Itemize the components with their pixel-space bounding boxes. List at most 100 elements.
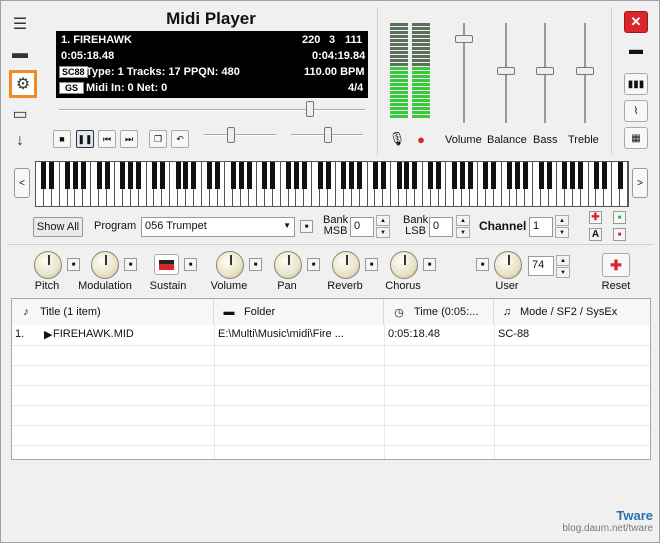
prev-button[interactable]: ⏮ [98, 130, 116, 148]
black-key[interactable] [104, 162, 110, 189]
balance-thumb[interactable] [497, 67, 515, 75]
close-icon[interactable]: ✕ [624, 11, 648, 33]
black-key[interactable] [507, 162, 513, 189]
menu-icon[interactable]: ☰ [7, 11, 33, 37]
black-key[interactable] [246, 162, 252, 189]
pause-button[interactable]: ❚❚ [76, 130, 94, 148]
black-key[interactable] [522, 162, 528, 189]
piano-scroll-right[interactable]: > [632, 168, 648, 198]
black-key[interactable] [578, 162, 584, 189]
pan-reset[interactable]: ■ [307, 258, 320, 271]
program-reset[interactable]: ■ [300, 220, 313, 233]
a-button[interactable]: A [589, 228, 602, 241]
user-knob[interactable] [494, 251, 522, 279]
black-key[interactable] [546, 162, 552, 189]
channel-up[interactable]: ▲ [555, 215, 569, 226]
speed-slider[interactable] [204, 134, 276, 136]
program-select[interactable]: 056 Trumpet ▼ [141, 217, 295, 237]
black-key[interactable] [325, 162, 331, 189]
black-key[interactable] [286, 162, 292, 189]
black-key[interactable] [570, 162, 576, 189]
piano-keyboard[interactable] [35, 161, 629, 207]
black-key[interactable] [404, 162, 410, 189]
microphone-icon[interactable]: 🎙 [388, 130, 406, 148]
reverb-reset[interactable]: ■ [365, 258, 378, 271]
volume-knob[interactable] [216, 251, 244, 279]
black-key[interactable] [230, 162, 236, 189]
black-key[interactable] [617, 162, 623, 189]
bar-chart-icon[interactable]: ▮▮▮ [624, 73, 648, 95]
black-key[interactable] [238, 162, 244, 189]
black-key[interactable] [49, 162, 55, 189]
black-key[interactable] [183, 162, 189, 189]
black-key[interactable] [372, 162, 378, 189]
black-key[interactable] [293, 162, 299, 189]
black-key[interactable] [483, 162, 489, 189]
chorus-reset[interactable]: ■ [423, 258, 436, 271]
show-all-button[interactable]: Show All [33, 217, 83, 237]
black-key[interactable] [380, 162, 386, 189]
bank-msb-up[interactable]: ▲ [376, 215, 390, 226]
pitch-reset[interactable]: ■ [67, 258, 80, 271]
black-key[interactable] [270, 162, 276, 189]
black-key[interactable] [436, 162, 442, 189]
black-key[interactable] [96, 162, 102, 189]
keyboard-icon[interactable]: ▦ [624, 127, 648, 149]
download-arrow-icon[interactable]: ↓ [7, 128, 33, 154]
black-key[interactable] [72, 162, 78, 189]
pan-knob[interactable] [274, 251, 302, 279]
window-icon[interactable]: ❐ [149, 130, 167, 148]
title-column-header[interactable]: ♪ Title (1 item) [12, 299, 214, 325]
black-key[interactable] [120, 162, 126, 189]
bank-msb-down[interactable]: ▼ [376, 227, 390, 238]
black-key[interactable] [341, 162, 347, 189]
black-key[interactable] [349, 162, 355, 189]
line-chart-icon[interactable]: ⌇ [624, 100, 648, 122]
user-value-input[interactable]: 74 [528, 256, 554, 276]
black-key[interactable] [601, 162, 607, 189]
user-reset[interactable]: ■ [476, 258, 489, 271]
bank-lsb-input[interactable]: 0 [429, 217, 453, 237]
channel-down[interactable]: ▼ [555, 227, 569, 238]
black-key[interactable] [301, 162, 307, 189]
pitch-thumb[interactable] [324, 127, 332, 143]
user-up[interactable]: ▲ [556, 255, 570, 266]
user-down[interactable]: ▼ [556, 267, 570, 278]
black-key[interactable] [412, 162, 418, 189]
black-key[interactable] [65, 162, 71, 189]
repeat-icon[interactable]: ↶ [171, 130, 189, 148]
bass-thumb[interactable] [536, 67, 554, 75]
red-square-icon[interactable]: ■ [613, 228, 626, 241]
chat-icon[interactable]: ▭ [7, 101, 33, 127]
black-key[interactable] [136, 162, 142, 189]
volume-thumb[interactable] [455, 35, 473, 43]
add-icon[interactable]: ✚ [589, 211, 602, 224]
settings-gear-icon[interactable]: ⚙ [9, 70, 37, 98]
black-key[interactable] [538, 162, 544, 189]
black-key[interactable] [191, 162, 197, 189]
black-key[interactable] [562, 162, 568, 189]
black-key[interactable] [80, 162, 86, 189]
stop-button[interactable]: ■ [53, 130, 71, 148]
sustain-button[interactable] [154, 254, 179, 275]
channel-input[interactable]: 1 [529, 217, 553, 237]
black-key[interactable] [451, 162, 457, 189]
black-key[interactable] [491, 162, 497, 189]
chorus-knob[interactable] [390, 251, 418, 279]
green-square-icon[interactable]: ■ [613, 211, 626, 224]
treble-thumb[interactable] [576, 67, 594, 75]
reverb-knob[interactable] [332, 251, 360, 279]
black-key[interactable] [514, 162, 520, 189]
black-key[interactable] [207, 162, 213, 189]
bank-msb-input[interactable]: 0 [350, 217, 374, 237]
black-key[interactable] [459, 162, 465, 189]
black-key[interactable] [593, 162, 599, 189]
black-key[interactable] [159, 162, 165, 189]
bank-lsb-up[interactable]: ▲ [456, 215, 470, 226]
modulation-reset[interactable]: ■ [124, 258, 137, 271]
black-key[interactable] [357, 162, 363, 189]
black-key[interactable] [317, 162, 323, 189]
black-key[interactable] [41, 162, 47, 189]
progress-track[interactable] [59, 109, 365, 111]
minimize-icon[interactable]: ▬ [624, 38, 648, 60]
